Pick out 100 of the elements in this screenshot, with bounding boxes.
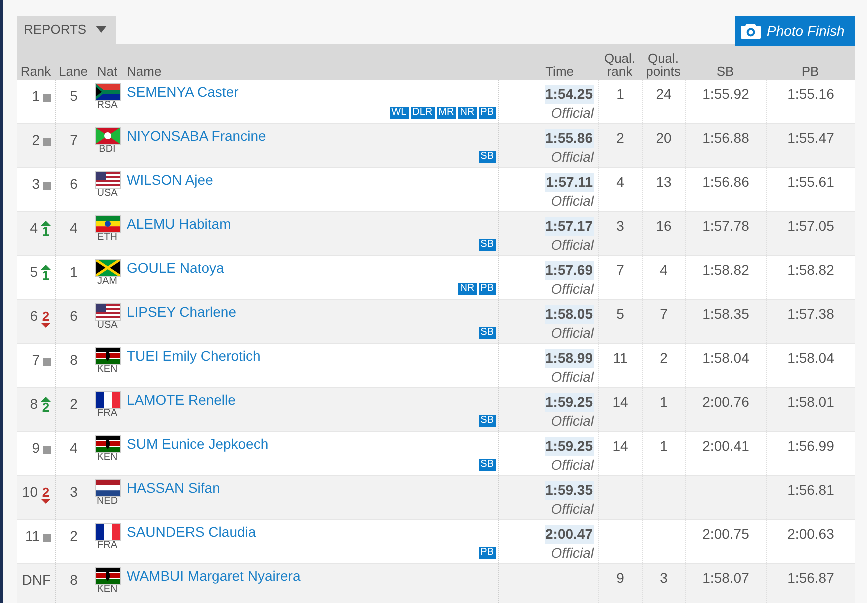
column-header: SB [716,65,734,78]
unchanged-icon [43,534,51,542]
rank-text: 11 [25,528,40,546]
qual-rank-text: 14 [612,394,628,412]
country-code: BDI [99,144,116,155]
athlete-link[interactable]: LIPSEY Charlene [127,304,498,321]
column-header: PB [802,65,820,78]
qual-points-text: 13 [656,174,672,192]
country-code: JAM [98,276,118,287]
athlete-link[interactable]: SAUNDERS Claudia [127,524,498,541]
column-header: Qual. rank [603,52,637,78]
qual-rank-text: 1 [616,86,624,104]
season-best-text: 2:00.75 [702,526,750,544]
flag-icon [96,172,120,188]
flag-icon [96,392,120,408]
athlete-link[interactable]: WAMBUI Margaret Nyairera [127,568,498,585]
result-status: Official [551,324,594,343]
personal-best-text: 1:56.99 [788,438,834,456]
season-best-text: 1:55.92 [702,86,750,104]
athlete-link[interactable]: TUEI Emily Cherotich [127,348,498,365]
qual-points-text: 7 [660,306,668,324]
country-code: KEN [97,364,118,375]
lane-text: 6 [70,308,78,326]
rank-text: 9 [32,440,40,458]
athlete-link[interactable]: GOULE Natoya [127,260,498,277]
flag-icon [96,128,120,144]
athlete-link[interactable]: NIYONSABA Francine [127,128,498,145]
rank-text: 10 [22,484,38,502]
result-status: Official [551,456,594,475]
rank-text: 8 [30,396,38,414]
flag-icon [96,436,120,452]
rank-up-indicator: 1 [41,221,51,255]
column-header: Qual. points [645,52,682,78]
reports-dropdown[interactable]: REPORTS [17,16,116,44]
rank-text: 7 [32,352,40,370]
result-status: Official [551,192,594,211]
qual-points-text: 2 [660,350,668,368]
column-header: Time [546,65,574,78]
unchanged-icon [43,94,51,102]
season-best-text: 1:56.86 [702,174,750,192]
personal-best-text: 1:56.81 [788,482,834,500]
photo-finish-button[interactable]: Photo Finish [735,16,855,46]
athlete-link[interactable]: WILSON Ajee [127,172,498,189]
athlete-link[interactable]: HASSAN Sifan [127,480,498,497]
personal-best-text: 1:58.04 [788,350,834,368]
rank-up-indicator: 1 [41,265,51,299]
result-status: Official [551,412,594,431]
athlete-link[interactable]: ALEMU Habitam [127,216,498,233]
personal-best-text: 1:57.38 [788,306,834,324]
athlete-link[interactable]: LAMOTE Renelle [127,392,498,409]
record-badge: MR [436,107,456,119]
record-badge: SB [478,151,496,163]
record-badge: DLR [410,107,435,119]
country-code: NED [96,496,118,507]
country-code: ETH [98,232,118,243]
season-best-text: 1:58.07 [702,570,750,588]
record-badge: NR [458,107,477,119]
flag-icon [96,348,120,364]
result-time: 1:57.17 [544,217,594,236]
flag-icon [96,480,120,496]
rank-up-indicator: 2 [41,397,51,431]
personal-best-text: 1:57.05 [788,218,834,236]
qual-rank-text: 3 [616,218,624,236]
result-time: 1:59.25 [544,393,594,412]
qual-rank-text: 14 [612,438,628,456]
result-status: Official [551,148,594,167]
unchanged-icon [43,446,51,454]
column-header: Lane [59,65,88,78]
personal-best-text: 2:00.63 [788,526,834,544]
qual-rank-text: 4 [616,174,624,192]
rank-text: 6 [30,308,38,326]
result-time: 1:57.69 [544,261,594,280]
record-badge: SB [478,239,496,251]
athlete-link[interactable]: SEMENYA Caster [127,84,498,101]
personal-best-text: 1:55.16 [788,86,834,104]
result-time: 1:55.86 [544,129,594,148]
season-best-text: 2:00.76 [702,394,750,412]
column-header: Name [127,65,162,78]
rank-text: 3 [32,176,40,194]
country-code: USA [97,320,118,331]
season-best-text: 1:58.04 [702,350,750,368]
personal-best-text: 1:56.87 [788,570,834,588]
country-code: USA [97,188,118,199]
result-time: 1:59.35 [544,481,594,500]
country-code: RSA [97,100,118,111]
season-best-text: 1:56.88 [702,130,750,148]
lane-text: 2 [70,396,78,414]
unchanged-icon [43,358,51,366]
qual-points-text: 4 [660,262,668,280]
flag-icon [96,216,120,232]
rank-text: 5 [30,264,38,282]
record-badge: PB [478,107,496,119]
season-best-text: 1:58.82 [702,262,750,280]
season-best-text: 1:58.35 [702,306,750,324]
result-time: 1:57.11 [545,173,594,192]
flag-icon [96,524,120,540]
qual-points-text: 20 [656,130,672,148]
qual-rank-text: 2 [616,130,624,148]
athlete-link[interactable]: SUM Eunice Jepkoech [127,436,498,453]
record-badge: WL [390,107,409,119]
